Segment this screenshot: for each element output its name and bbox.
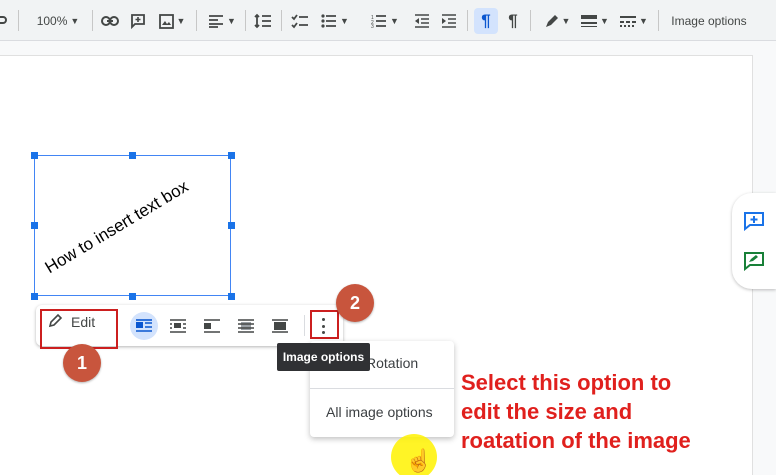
bullet-list-icon[interactable]: ▼ <box>318 8 352 34</box>
insert-image-icon[interactable]: ▼ <box>155 8 189 34</box>
chevron-down-icon: ▼ <box>227 16 236 26</box>
image-options-label: Image options <box>671 14 747 28</box>
chevron-down-icon: ▼ <box>176 16 186 26</box>
chevron-down-icon: ▼ <box>561 16 571 26</box>
menu-item-all-image-options[interactable]: All image options <box>310 404 454 420</box>
chevron-down-icon: ▼ <box>600 16 609 26</box>
toolbar-divider <box>92 10 93 31</box>
callout-line: edit the size and <box>461 399 633 424</box>
zoom-value: 100% <box>36 14 68 28</box>
in-front-of-text-button[interactable] <box>266 312 294 340</box>
chevron-down-icon: ▼ <box>340 16 349 26</box>
align-icon[interactable]: ▼ <box>205 8 239 34</box>
toolbar-divider <box>245 10 246 31</box>
toolbar-divider <box>281 10 282 31</box>
increase-indent-icon[interactable] <box>438 8 460 34</box>
toolbar-divider <box>658 10 659 31</box>
border-dash-icon[interactable]: ▼ <box>617 8 651 34</box>
resize-handle[interactable] <box>228 293 235 300</box>
numbered-list-icon[interactable]: 123 ▼ <box>366 8 404 34</box>
step-badge-1: 1 <box>63 344 101 382</box>
undo-icon[interactable] <box>0 8 8 34</box>
hand-cursor-icon: ☝ <box>405 448 433 473</box>
menu-divider <box>310 388 454 389</box>
add-comment-icon[interactable] <box>127 8 149 34</box>
behind-text-button[interactable] <box>232 312 260 340</box>
toolbar-divider <box>530 10 531 31</box>
resize-handle[interactable] <box>228 222 235 229</box>
toolbar-divider <box>196 10 197 31</box>
edit-highlight-box <box>40 309 118 349</box>
zoom-select[interactable]: 100% ▼ <box>30 8 86 34</box>
callout-line: roatation of the image <box>461 428 691 453</box>
resize-handle[interactable] <box>31 152 38 159</box>
wrap-text-button[interactable] <box>164 312 192 340</box>
resize-handle[interactable] <box>31 222 38 229</box>
border-weight-icon[interactable]: ▼ <box>578 8 612 34</box>
checklist-icon[interactable] <box>289 8 311 34</box>
chevron-down-icon: ▼ <box>70 16 80 26</box>
resize-handle[interactable] <box>129 152 136 159</box>
callout-line: Select this option to <box>461 370 672 395</box>
break-text-button[interactable] <box>198 312 226 340</box>
toolbar-divider <box>304 315 305 336</box>
resize-handle[interactable] <box>31 293 38 300</box>
resize-handle[interactable] <box>228 152 235 159</box>
resize-handle[interactable] <box>129 293 136 300</box>
side-action-panel <box>732 193 776 289</box>
image-options-button[interactable]: Image options <box>667 8 751 34</box>
main-toolbar: 100% ▼ ▼ ▼ ▼ 123 ▼ ¶ ¶ ▼ ▼ ▼ Image optio… <box>0 0 776 41</box>
link-icon[interactable] <box>99 8 121 34</box>
line-spacing-icon[interactable] <box>252 8 274 34</box>
decrease-indent-icon[interactable] <box>411 8 433 34</box>
rtl-paragraph-icon[interactable]: ¶ <box>502 8 524 34</box>
chevron-down-icon: ▼ <box>390 16 399 26</box>
instruction-callout: Select this option to edit the size and … <box>461 368 761 455</box>
ltr-paragraph-icon[interactable]: ¶ <box>474 8 498 34</box>
svg-text:3: 3 <box>371 24 374 28</box>
toolbar-divider <box>18 10 19 31</box>
toolbar-divider <box>467 10 468 31</box>
image-options-tooltip: Image options <box>277 343 370 371</box>
add-comment-icon[interactable] <box>743 211 765 232</box>
step-badge-2: 2 <box>336 284 374 322</box>
suggest-edit-icon[interactable] <box>743 251 765 272</box>
chevron-down-icon: ▼ <box>639 16 648 26</box>
more-highlight-box <box>310 310 339 339</box>
wrap-inline-button[interactable] <box>130 312 158 340</box>
border-color-icon[interactable]: ▼ <box>540 8 574 34</box>
